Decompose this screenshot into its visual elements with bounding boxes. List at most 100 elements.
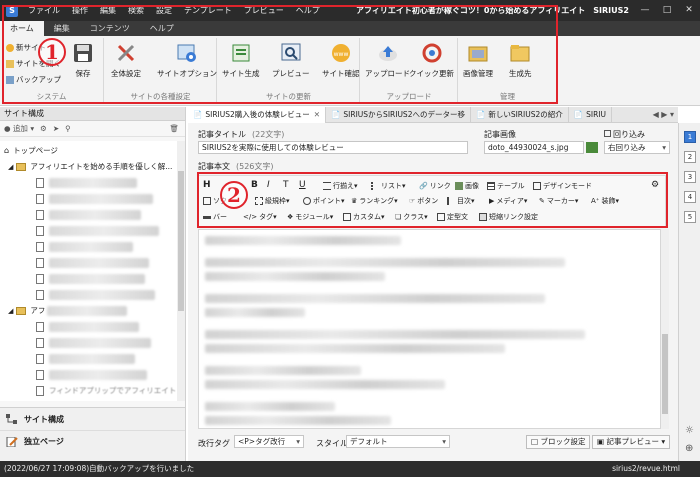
underline-button[interactable]: U <box>299 180 306 190</box>
tab-nav[interactable]: ◀ ▶ ▾ <box>649 107 678 122</box>
search-icon[interactable]: ⚲ <box>65 124 71 133</box>
menu-settings[interactable]: 設定 <box>150 5 178 16</box>
tree-item[interactable] <box>36 257 149 269</box>
tab-contents[interactable]: コンテンツ <box>80 21 140 36</box>
tree-item[interactable] <box>36 193 153 205</box>
ranking-button[interactable]: ♛ ランキング ▾ <box>351 196 398 206</box>
media-button[interactable]: ▶ メディア ▾ <box>489 196 527 206</box>
doc-tab-3[interactable]: 📄 新しいSIRIUS2の紹介 <box>471 107 569 123</box>
close-icon[interactable]: ✕ <box>678 0 700 21</box>
tree-scrollbar[interactable] <box>177 141 185 401</box>
wrap-select[interactable]: 右回り込み ▾ <box>604 141 670 154</box>
close-icon[interactable]: ✕ <box>314 107 320 123</box>
site-check-button[interactable]: www サイト確認 <box>322 42 360 79</box>
block-settings-button[interactable]: □ ブロック設定 <box>526 435 591 449</box>
table-button[interactable]: テーブル <box>487 181 525 191</box>
pin-icon[interactable]: ➤ <box>53 124 59 133</box>
rail-button-2[interactable]: 2 <box>684 151 696 163</box>
article-body-editor[interactable] <box>198 229 661 429</box>
italic-button[interactable]: I <box>267 180 270 190</box>
site-tree[interactable]: ⌂ トップページ ◢ アフィリエイトを始める手順を優しく解... ◢ アフ フィ… <box>0 141 185 401</box>
global-settings-button[interactable]: 全体設定 <box>111 42 141 79</box>
point-button[interactable]: ポイント ▾ <box>303 196 345 206</box>
menu-file[interactable]: ファイル <box>22 5 66 16</box>
wrap-checkbox[interactable] <box>604 130 611 137</box>
tree-item[interactable] <box>36 337 151 349</box>
image-picker-icon[interactable] <box>586 142 598 153</box>
short-link-button[interactable]: 短縮リンク設定 <box>479 212 538 222</box>
menu-template[interactable]: テンプレート <box>178 5 238 16</box>
quick-update-button[interactable]: クイック更新 <box>409 42 454 79</box>
tree-item-last[interactable]: フィンドアプリップでアフィリエイト <box>36 385 176 397</box>
rail-button-5[interactable]: 5 <box>684 211 696 223</box>
add-button[interactable]: ● 追加 ▾ <box>4 123 34 134</box>
tab-home[interactable]: ホーム <box>0 21 44 36</box>
doc-tab-4[interactable]: 📄 SIRIU <box>569 107 612 123</box>
design-mode-button[interactable]: デザインモード <box>533 181 592 191</box>
tree-item[interactable] <box>36 369 147 381</box>
image-manager-button[interactable]: 画像管理 <box>463 42 493 79</box>
bar-button[interactable]: バー <box>203 212 227 222</box>
tree-item[interactable] <box>36 241 133 253</box>
heading-button[interactable]: H <box>203 180 211 190</box>
trash-icon[interactable]: 🗑 <box>169 124 179 133</box>
box-button[interactable]: 級規枠 ▾ <box>255 196 290 206</box>
editor-scrollbar[interactable] <box>661 229 669 429</box>
tree-category-1[interactable]: ◢ アフィリエイトを始める手順を優しく解... <box>8 161 172 173</box>
toolbar-settings-icon[interactable]: ⚙ <box>651 180 659 190</box>
align-button[interactable]: 行揃え ▾ <box>323 181 358 191</box>
site-generate-button[interactable]: サイト生成 <box>222 42 260 79</box>
independent-pages-tab[interactable]: 独立ページ <box>0 430 185 452</box>
output-folder-button[interactable]: 生成先 <box>509 42 532 79</box>
minimize-icon[interactable]: — <box>634 0 656 21</box>
class-button[interactable]: ❏ クラス ▾ <box>395 212 428 222</box>
upload-button[interactable]: アップロード <box>365 42 410 79</box>
tree-item[interactable] <box>36 177 137 189</box>
tree-item[interactable] <box>36 353 135 365</box>
maximize-icon[interactable]: □ <box>656 0 678 21</box>
tree-item[interactable] <box>36 321 139 333</box>
tag-button[interactable]: </> タグ ▾ <box>243 212 277 222</box>
bold-button[interactable]: B <box>251 180 258 190</box>
tab-edit[interactable]: 編集 <box>44 21 80 36</box>
tree-item[interactable] <box>36 289 155 301</box>
tree-scroll-thumb[interactable] <box>178 171 184 311</box>
rail-button-4[interactable]: 4 <box>684 191 696 203</box>
text-button[interactable]: T <box>283 180 289 190</box>
newline-tag-select[interactable]: <P>タグ改行 ▾ <box>234 435 304 448</box>
article-title-input[interactable]: SIRIUS2を実際に使用しての体験レビュー <box>198 141 468 154</box>
link-button[interactable]: 🔗 リンク <box>419 181 451 191</box>
decoration-button[interactable]: A⁺ 装飾 ▾ <box>591 196 619 206</box>
add-circle-icon[interactable]: ⊕ <box>685 443 693 454</box>
tree-item[interactable] <box>36 273 145 285</box>
tree-item[interactable] <box>36 209 141 221</box>
rail-button-1[interactable]: 1 <box>684 131 696 143</box>
tab-help[interactable]: ヘルプ <box>140 21 184 36</box>
save-button[interactable]: 保存 <box>72 42 94 79</box>
tree-item-top[interactable]: ⌂ トップページ <box>4 145 58 157</box>
article-image-select[interactable]: doto_44930024_s.jpg <box>484 141 584 154</box>
globe-icon[interactable]: ☼ <box>685 425 694 436</box>
custom-button[interactable]: カスタム ▾ <box>343 212 385 222</box>
tree-category-2[interactable]: ◢ アフ <box>8 305 128 317</box>
editor-scroll-thumb[interactable] <box>662 334 668 414</box>
list-button[interactable]: リスト ▾ <box>371 181 406 191</box>
menu-preview[interactable]: プレビュー <box>238 5 290 16</box>
backup-button[interactable]: バックアップ <box>6 74 61 85</box>
module-button[interactable]: ❖ モジュール ▾ <box>287 212 333 222</box>
toc-button[interactable]: 目次 ▾ <box>447 196 475 206</box>
tree-item[interactable] <box>36 225 159 237</box>
rail-button-3[interactable]: 3 <box>684 171 696 183</box>
doc-tab-1[interactable]: 📄 SIRIUS2購入後の体験レビュー ✕ <box>188 107 327 123</box>
settings-icon[interactable]: ⚙ <box>40 124 47 133</box>
menu-search[interactable]: 検索 <box>122 5 150 16</box>
image-button[interactable]: 画像 <box>455 181 479 191</box>
menu-edit[interactable]: 編集 <box>94 5 122 16</box>
template-text-button[interactable]: 定型文 <box>437 212 468 222</box>
site-structure-tab[interactable]: サイト構成 <box>0 408 185 430</box>
preview-button[interactable]: プレビュー <box>272 42 310 79</box>
style-select[interactable]: デフォルト ▾ <box>346 435 450 448</box>
button-insert-button[interactable]: ☞ ボタン <box>409 196 438 206</box>
doc-tab-2[interactable]: 📄 SIRIUSからSIRIUS2へのデーター移 <box>326 107 471 123</box>
menu-help[interactable]: ヘルプ <box>290 5 326 16</box>
